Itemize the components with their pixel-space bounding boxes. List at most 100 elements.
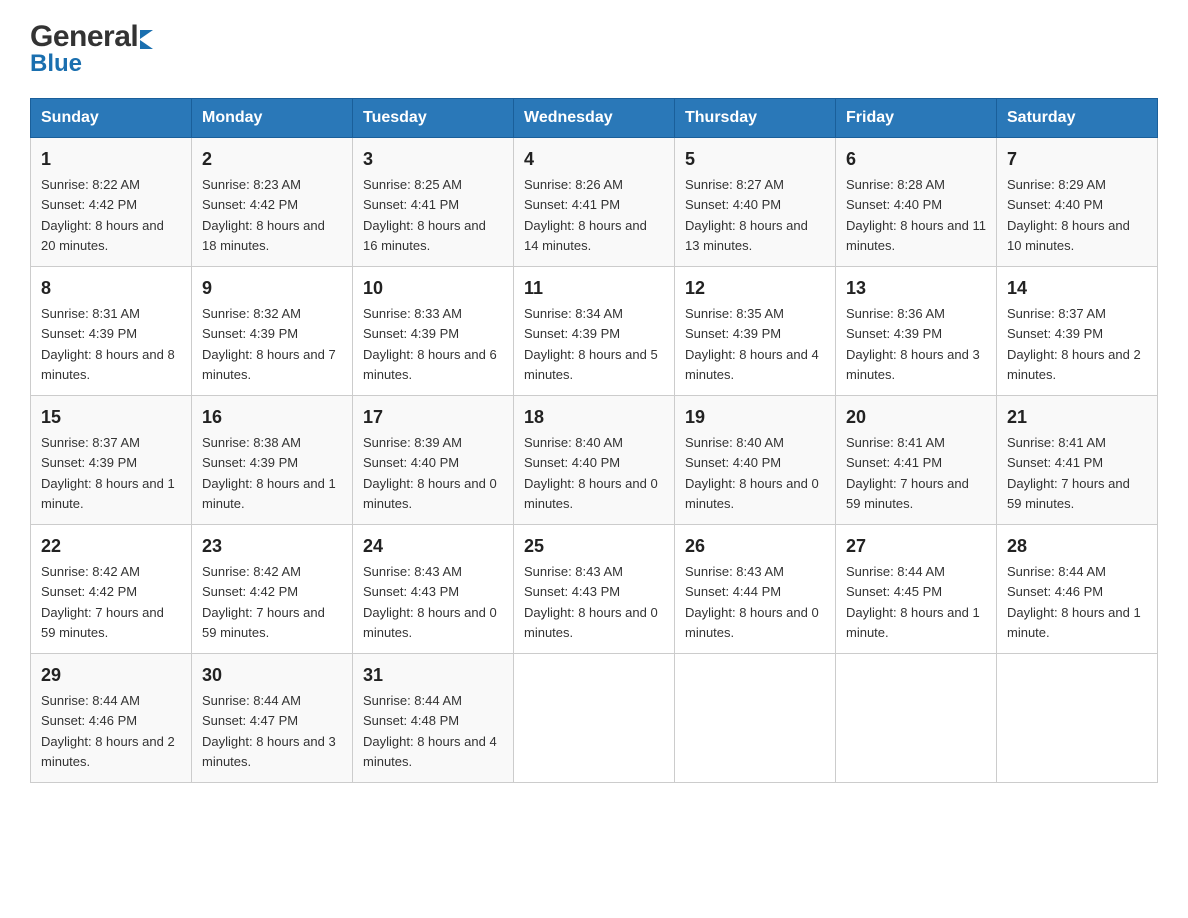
day-number: 22 (41, 533, 181, 560)
logo-blue-text: Blue (30, 50, 153, 78)
day-info: Sunrise: 8:43 AMSunset: 4:43 PMDaylight:… (524, 564, 658, 640)
calendar-cell: 9 Sunrise: 8:32 AMSunset: 4:39 PMDaylight… (192, 267, 353, 396)
day-number: 31 (363, 662, 503, 689)
day-info: Sunrise: 8:23 AMSunset: 4:42 PMDaylight:… (202, 177, 325, 253)
calendar-cell: 1 Sunrise: 8:22 AMSunset: 4:42 PMDaylight… (31, 138, 192, 267)
calendar-cell: 23 Sunrise: 8:42 AMSunset: 4:42 PMDayligh… (192, 525, 353, 654)
logo: General Blue (30, 20, 153, 78)
calendar-cell: 30 Sunrise: 8:44 AMSunset: 4:47 PMDayligh… (192, 654, 353, 783)
day-info: Sunrise: 8:41 AMSunset: 4:41 PMDaylight:… (1007, 435, 1130, 511)
day-number: 20 (846, 404, 986, 431)
day-number: 3 (363, 146, 503, 173)
day-info: Sunrise: 8:44 AMSunset: 4:46 PMDaylight:… (1007, 564, 1141, 640)
day-info: Sunrise: 8:31 AMSunset: 4:39 PMDaylight:… (41, 306, 175, 382)
header-monday: Monday (192, 99, 353, 138)
day-info: Sunrise: 8:42 AMSunset: 4:42 PMDaylight:… (41, 564, 164, 640)
day-info: Sunrise: 8:22 AMSunset: 4:42 PMDaylight:… (41, 177, 164, 253)
calendar-cell: 8 Sunrise: 8:31 AMSunset: 4:39 PMDaylight… (31, 267, 192, 396)
calendar-cell: 27Sunrise: 8:44 AMSunset: 4:45 PMDayligh… (836, 525, 997, 654)
day-info: Sunrise: 8:44 AMSunset: 4:46 PMDaylight:… (41, 693, 175, 769)
day-number: 13 (846, 275, 986, 302)
day-info: Sunrise: 8:41 AMSunset: 4:41 PMDaylight:… (846, 435, 969, 511)
day-info: Sunrise: 8:40 AMSunset: 4:40 PMDaylight:… (685, 435, 819, 511)
header-tuesday: Tuesday (353, 99, 514, 138)
day-number: 25 (524, 533, 664, 560)
calendar-week-row: 29 Sunrise: 8:44 AMSunset: 4:46 PMDayligh… (31, 654, 1158, 783)
day-number: 1 (41, 146, 181, 173)
calendar-cell: 2 Sunrise: 8:23 AMSunset: 4:42 PMDaylight… (192, 138, 353, 267)
day-number: 12 (685, 275, 825, 302)
calendar-cell (997, 654, 1158, 783)
calendar-cell: 22 Sunrise: 8:42 AMSunset: 4:42 PMDayligh… (31, 525, 192, 654)
calendar-cell: 28 Sunrise: 8:44 AMSunset: 4:46 PMDayligh… (997, 525, 1158, 654)
day-number: 23 (202, 533, 342, 560)
calendar-cell: 10Sunrise: 8:33 AMSunset: 4:39 PMDayligh… (353, 267, 514, 396)
calendar-cell: 19 Sunrise: 8:40 AMSunset: 4:40 PMDayligh… (675, 396, 836, 525)
calendar-cell: 6Sunrise: 8:28 AMSunset: 4:40 PMDaylight… (836, 138, 997, 267)
calendar-cell: 13 Sunrise: 8:36 AMSunset: 4:39 PMDayligh… (836, 267, 997, 396)
day-number: 26 (685, 533, 825, 560)
page-header: General Blue (30, 20, 1158, 78)
day-info: Sunrise: 8:38 AMSunset: 4:39 PMDaylight:… (202, 435, 336, 511)
calendar-cell: 7 Sunrise: 8:29 AMSunset: 4:40 PMDaylight… (997, 138, 1158, 267)
day-number: 16 (202, 404, 342, 431)
day-number: 7 (1007, 146, 1147, 173)
header-saturday: Saturday (997, 99, 1158, 138)
header-wednesday: Wednesday (514, 99, 675, 138)
day-number: 17 (363, 404, 503, 431)
calendar-cell (514, 654, 675, 783)
day-info: Sunrise: 8:37 AMSunset: 4:39 PMDaylight:… (41, 435, 175, 511)
calendar-cell: 26Sunrise: 8:43 AMSunset: 4:44 PMDayligh… (675, 525, 836, 654)
calendar-cell: 15Sunrise: 8:37 AMSunset: 4:39 PMDayligh… (31, 396, 192, 525)
day-info: Sunrise: 8:37 AMSunset: 4:39 PMDaylight:… (1007, 306, 1141, 382)
day-number: 6 (846, 146, 986, 173)
day-number: 30 (202, 662, 342, 689)
calendar-cell (675, 654, 836, 783)
calendar-cell: 20 Sunrise: 8:41 AMSunset: 4:41 PMDayligh… (836, 396, 997, 525)
day-info: Sunrise: 8:32 AMSunset: 4:39 PMDaylight:… (202, 306, 336, 382)
day-info: Sunrise: 8:36 AMSunset: 4:39 PMDaylight:… (846, 306, 980, 382)
calendar-week-row: 8 Sunrise: 8:31 AMSunset: 4:39 PMDaylight… (31, 267, 1158, 396)
calendar-cell: 14Sunrise: 8:37 AMSunset: 4:39 PMDayligh… (997, 267, 1158, 396)
day-number: 27 (846, 533, 986, 560)
day-number: 18 (524, 404, 664, 431)
calendar-cell: 21 Sunrise: 8:41 AMSunset: 4:41 PMDayligh… (997, 396, 1158, 525)
day-info: Sunrise: 8:25 AMSunset: 4:41 PMDaylight:… (363, 177, 486, 253)
day-info: Sunrise: 8:43 AMSunset: 4:43 PMDaylight:… (363, 564, 497, 640)
calendar-week-row: 22 Sunrise: 8:42 AMSunset: 4:42 PMDayligh… (31, 525, 1158, 654)
calendar-cell: 24 Sunrise: 8:43 AMSunset: 4:43 PMDayligh… (353, 525, 514, 654)
header-thursday: Thursday (675, 99, 836, 138)
day-info: Sunrise: 8:40 AMSunset: 4:40 PMDaylight:… (524, 435, 658, 511)
calendar-cell: 16 Sunrise: 8:38 AMSunset: 4:39 PMDayligh… (192, 396, 353, 525)
day-number: 4 (524, 146, 664, 173)
day-info: Sunrise: 8:29 AMSunset: 4:40 PMDaylight:… (1007, 177, 1130, 253)
day-info: Sunrise: 8:44 AMSunset: 4:47 PMDaylight:… (202, 693, 336, 769)
day-info: Sunrise: 8:27 AMSunset: 4:40 PMDaylight:… (685, 177, 808, 253)
day-number: 24 (363, 533, 503, 560)
day-info: Sunrise: 8:33 AMSunset: 4:39 PMDaylight:… (363, 306, 497, 382)
day-info: Sunrise: 8:34 AMSunset: 4:39 PMDaylight:… (524, 306, 658, 382)
calendar-cell: 5 Sunrise: 8:27 AMSunset: 4:40 PMDaylight… (675, 138, 836, 267)
day-number: 9 (202, 275, 342, 302)
calendar-cell: 25 Sunrise: 8:43 AMSunset: 4:43 PMDayligh… (514, 525, 675, 654)
calendar-week-row: 1 Sunrise: 8:22 AMSunset: 4:42 PMDaylight… (31, 138, 1158, 267)
calendar-cell: 29 Sunrise: 8:44 AMSunset: 4:46 PMDayligh… (31, 654, 192, 783)
day-info: Sunrise: 8:26 AMSunset: 4:41 PMDaylight:… (524, 177, 647, 253)
day-number: 8 (41, 275, 181, 302)
day-info: Sunrise: 8:35 AMSunset: 4:39 PMDaylight:… (685, 306, 819, 382)
day-info: Sunrise: 8:42 AMSunset: 4:42 PMDaylight:… (202, 564, 325, 640)
header-friday: Friday (836, 99, 997, 138)
calendar-cell: 3 Sunrise: 8:25 AMSunset: 4:41 PMDaylight… (353, 138, 514, 267)
day-number: 29 (41, 662, 181, 689)
day-number: 19 (685, 404, 825, 431)
calendar-cell (836, 654, 997, 783)
calendar-table: SundayMondayTuesdayWednesdayThursdayFrid… (30, 98, 1158, 783)
calendar-header-row: SundayMondayTuesdayWednesdayThursdayFrid… (31, 99, 1158, 138)
day-number: 5 (685, 146, 825, 173)
day-number: 28 (1007, 533, 1147, 560)
day-number: 11 (524, 275, 664, 302)
day-number: 21 (1007, 404, 1147, 431)
day-number: 2 (202, 146, 342, 173)
calendar-week-row: 15Sunrise: 8:37 AMSunset: 4:39 PMDayligh… (31, 396, 1158, 525)
day-info: Sunrise: 8:39 AMSunset: 4:40 PMDaylight:… (363, 435, 497, 511)
